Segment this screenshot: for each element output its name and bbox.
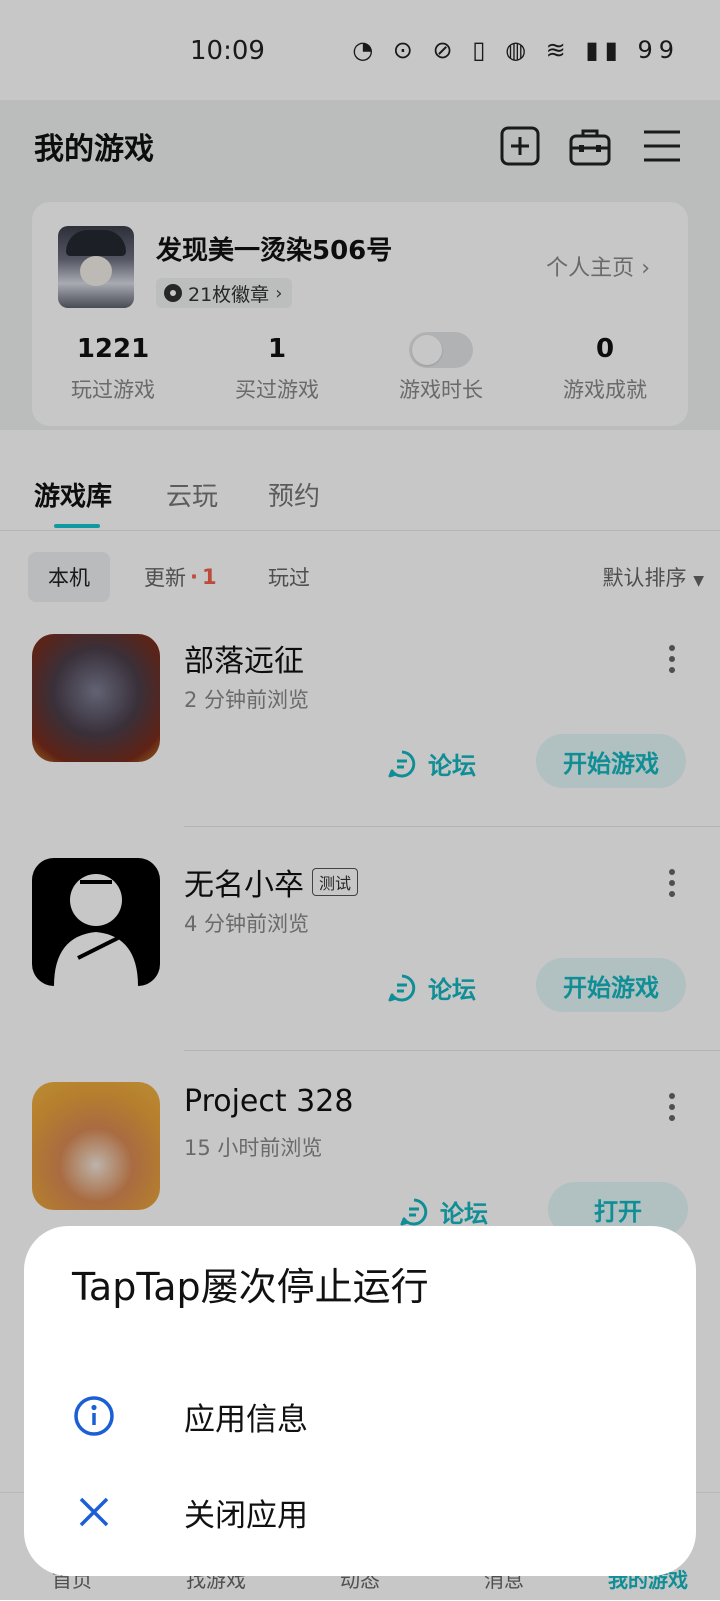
app-info-label: 应用信息 [184, 1401, 308, 1438]
info-icon [74, 1396, 114, 1436]
close-app-label: 关闭应用 [184, 1497, 308, 1534]
close-icon [79, 1497, 109, 1527]
close-app-button[interactable]: 关闭应用 [72, 1480, 652, 1544]
dialog-title: TapTap屡次停止运行 [72, 1265, 429, 1309]
app-info-button[interactable]: 应用信息 [72, 1384, 652, 1448]
